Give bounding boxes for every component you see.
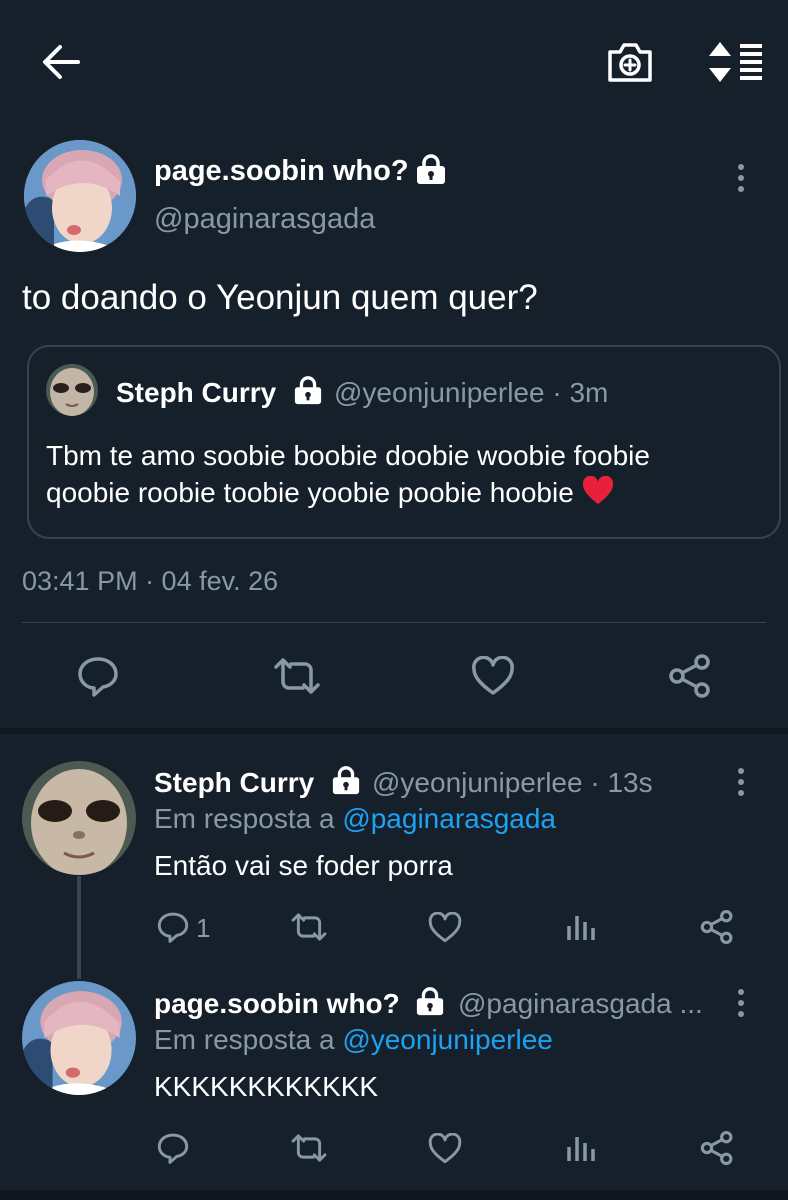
retweet-icon[interactable] [290, 911, 328, 943]
arrow-left-icon[interactable] [40, 42, 82, 82]
reply-avatar[interactable] [22, 761, 136, 875]
author-handle[interactable]: @paginarasgada [154, 203, 375, 236]
camera-add-icon[interactable] [606, 40, 654, 84]
author-name[interactable]: page.soobin who? [154, 155, 409, 188]
quoted-author-name: Steph Curry [116, 377, 277, 408]
quoted-author-handle: @yeonjuniperlee · 3m [334, 377, 608, 409]
quoted-handle-text: @yeonjuniperlee [334, 377, 545, 408]
reply-to-link[interactable]: @yeonjuniperlee [342, 1024, 553, 1055]
tweet-text: to doando o Yeonjun quem quer? [22, 278, 538, 317]
lock-icon [292, 375, 324, 405]
section-divider [0, 1190, 788, 1200]
reply-icon[interactable] [156, 911, 190, 943]
thread-line [77, 876, 81, 979]
retweet-icon[interactable] [290, 1132, 328, 1164]
share-icon[interactable] [668, 654, 712, 698]
quoted-text-line2-text: qoobie roobie toobie yoobie poobie hoobi… [46, 477, 574, 508]
reply-icon[interactable] [76, 655, 120, 697]
reply-icon[interactable] [156, 1132, 190, 1164]
more-options-icon[interactable] [738, 164, 746, 197]
reply-count: 1 [196, 913, 211, 943]
more-options-icon[interactable] [738, 768, 746, 801]
heart-icon[interactable] [428, 912, 462, 943]
quoted-time: · 3m [552, 377, 609, 408]
reply-author-handle[interactable]: @paginarasgada ... [458, 988, 703, 1020]
reply-context: Em resposta a @paginarasgada [154, 803, 556, 835]
quoted-text-line2: qoobie roobie toobie yoobie poobie hoobi… [46, 475, 614, 513]
lock-icon [330, 765, 362, 795]
quoted-text-line1: Tbm te amo soobie boobie doobie woobie f… [46, 440, 650, 471]
reply-text: Então vai se foder porra [154, 850, 453, 881]
top-bar [0, 0, 788, 122]
share-icon[interactable] [700, 910, 734, 944]
reply-handle-text: @yeonjuniperlee [372, 767, 583, 798]
reply-author-name[interactable]: Steph Curry [154, 767, 314, 799]
reply-context: Em resposta a @yeonjuniperlee [154, 1024, 553, 1056]
analytics-icon[interactable] [566, 1133, 596, 1163]
share-icon[interactable] [700, 1131, 734, 1165]
reply-time: · 13s [590, 767, 653, 798]
heart-icon[interactable] [471, 656, 515, 696]
reply-author-name[interactable]: page.soobin who? [154, 988, 400, 1020]
section-divider [0, 728, 788, 734]
analytics-icon[interactable] [566, 912, 596, 942]
tweet-timestamp[interactable]: 03:41 PM · 04 fev. 26 [22, 566, 278, 597]
red-heart-emoji-icon [582, 475, 614, 513]
reply-to-link[interactable]: @paginarasgada [342, 803, 556, 834]
divider [22, 622, 766, 623]
more-options-icon[interactable] [738, 989, 746, 1022]
sort-list-icon[interactable] [706, 40, 764, 84]
heart-icon[interactable] [428, 1133, 462, 1164]
avatar[interactable] [24, 140, 136, 252]
reply-text: KKKKKKKKKKKK [154, 1071, 379, 1102]
reply-avatar[interactable] [22, 981, 136, 1095]
quoted-avatar [46, 364, 98, 416]
lock-icon [414, 986, 446, 1016]
reply-author-handle[interactable]: @yeonjuniperlee · 13s [372, 767, 653, 799]
lock-icon [414, 153, 448, 185]
reply-prefix: Em resposta a [154, 803, 335, 834]
reply-prefix: Em resposta a [154, 1024, 335, 1055]
retweet-icon[interactable] [272, 655, 322, 697]
